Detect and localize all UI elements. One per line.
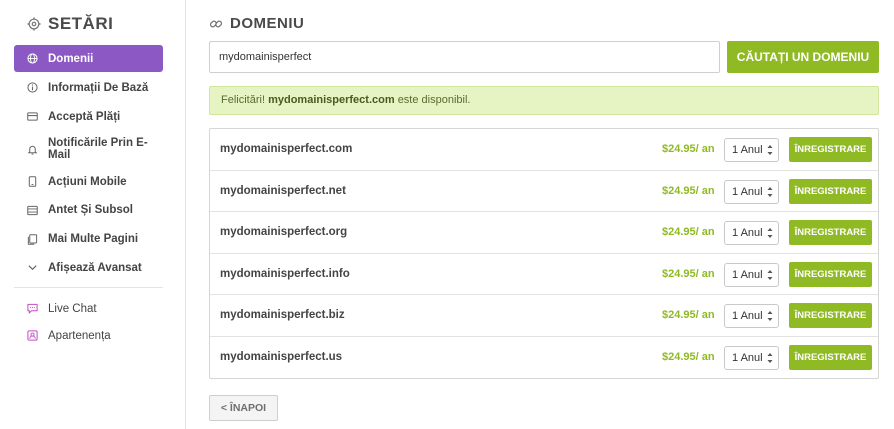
period-select[interactable]: 1 Anul <box>724 304 779 328</box>
period-value: 1 Anul <box>732 185 763 198</box>
list-item: mydomainisperfect.org $24.95/ an 1 Anul … <box>210 212 878 254</box>
sidebar-item-mobile[interactable]: Acțiuni Mobile <box>14 168 163 195</box>
domain-price: $24.95/ an <box>662 350 715 363</box>
sidebar-item-plati[interactable]: Acceptă Plăți <box>14 103 163 130</box>
sidebar-extra-nav: Live Chat Apartenența <box>14 295 163 349</box>
period-value: 1 Anul <box>732 144 763 156</box>
chat-icon <box>27 303 38 314</box>
register-button[interactable]: ÎNREGISTRARE <box>789 178 872 204</box>
sidebar-item-domenii[interactable]: Domenii <box>14 45 163 72</box>
alert-suffix: este disponibil. <box>397 94 471 106</box>
period-select[interactable]: 1 Anul <box>724 138 779 162</box>
sidebar-nav: Domenii Informații De Bază Acceptă Plăți… <box>14 45 163 282</box>
page-title: DOMENIU <box>230 15 305 32</box>
period-select[interactable]: 1 Anul <box>724 221 779 245</box>
select-arrows-icon <box>767 269 773 280</box>
sidebar-item-antet[interactable]: Antet Și Subsol <box>14 195 163 225</box>
info-icon <box>27 82 38 93</box>
select-arrows-icon <box>767 186 773 197</box>
alert-domain: mydomainisperfect.com <box>268 94 395 106</box>
register-button[interactable]: ÎNREGISTRARE <box>789 344 872 370</box>
member-icon <box>27 330 38 341</box>
chevron-down-icon <box>27 262 38 273</box>
settings-title: SETĂRI <box>48 14 114 33</box>
link-icon <box>209 20 223 27</box>
domain-name: mydomainisperfect.info <box>220 267 350 280</box>
period-value: 1 Anul <box>732 227 763 239</box>
app: SETĂRI Domenii Informații De Bază Accept… <box>0 0 894 429</box>
sidebar-divider <box>14 287 163 288</box>
sidebar-item-label: Mai Multe Pagini <box>48 233 139 245</box>
sidebar-item-live-chat[interactable]: Live Chat <box>14 295 163 322</box>
period-select[interactable]: 1 Anul <box>724 179 779 204</box>
domain-header: DOMENIU <box>209 15 304 32</box>
register-button[interactable]: ÎNREGISTRARE <box>789 137 872 162</box>
sidebar-item-informatii[interactable]: Informații De Bază <box>14 72 163 103</box>
list-item: mydomainisperfect.com $24.95/ an 1 Anul … <box>210 129 878 171</box>
alert-prefix: Felicitări! <box>221 94 266 106</box>
bell-icon <box>27 144 38 155</box>
domain-price: $24.95/ an <box>662 143 715 155</box>
sidebar-item-label: Notificările Prin E-Mail <box>48 137 148 161</box>
domain-results-list: mydomainisperfect.com $24.95/ an 1 Anul … <box>209 128 879 379</box>
pages-icon <box>27 233 38 245</box>
card-icon <box>27 111 38 122</box>
select-arrows-icon <box>767 145 773 155</box>
settings-header: SETĂRI <box>27 14 113 34</box>
period-value: 1 Anul <box>732 310 763 322</box>
period-value: 1 Anul <box>732 351 763 364</box>
sidebar-item-apartenenta[interactable]: Apartenența <box>14 322 163 349</box>
availability-alert: Felicitări! mydomainisperfect.com este d… <box>209 86 879 115</box>
domain-price: $24.95/ an <box>662 309 715 321</box>
search-domain-button[interactable]: CĂUTAȚI UN DOMENIU <box>727 41 879 73</box>
select-arrows-icon <box>767 311 773 321</box>
globe-icon <box>27 53 38 64</box>
sidebar-item-pagini[interactable]: Mai Multe Pagini <box>14 225 163 253</box>
domain-name: mydomainisperfect.org <box>220 226 348 238</box>
list-item: mydomainisperfect.info $24.95/ an 1 Anul… <box>210 254 878 295</box>
domain-name: mydomainisperfect.net <box>220 184 346 197</box>
sidebar-item-label: Acceptă Plăți <box>48 110 121 123</box>
sidebar: SETĂRI Domenii Informații De Bază Accept… <box>0 0 186 429</box>
period-value: 1 Anul <box>732 268 763 281</box>
register-button[interactable]: ÎNREGISTRARE <box>789 220 872 245</box>
sidebar-item-label: Domenii <box>48 52 94 65</box>
mobile-icon <box>27 176 38 187</box>
list-item: mydomainisperfect.net $24.95/ an 1 Anul … <box>210 171 878 212</box>
list-item: mydomainisperfect.biz $24.95/ an 1 Anul … <box>210 295 878 337</box>
domain-price: $24.95/ an <box>662 184 715 197</box>
register-button[interactable]: ÎNREGISTRARE <box>789 261 872 287</box>
sidebar-item-notificari[interactable]: Notificările Prin E-Mail <box>14 130 163 168</box>
sidebar-item-label: Apartenența <box>48 329 111 342</box>
domain-price: $24.95/ an <box>662 226 715 238</box>
domain-name: mydomainisperfect.biz <box>220 309 345 321</box>
list-item: mydomainisperfect.us $24.95/ an 1 Anul Î… <box>210 337 878 379</box>
back-button[interactable]: < ÎNAPOI <box>209 395 278 421</box>
register-button[interactable]: ÎNREGISTRARE <box>789 303 872 328</box>
domain-price: $24.95/ an <box>662 267 715 280</box>
sidebar-item-label: Informații De Bază <box>48 81 149 94</box>
layout-icon <box>27 205 38 216</box>
gear-icon <box>27 17 41 31</box>
sidebar-item-label: Acțiuni Mobile <box>48 175 127 188</box>
sidebar-item-label: Antet Și Subsol <box>48 204 133 216</box>
select-arrows-icon <box>767 352 773 363</box>
domain-name: mydomainisperfect.com <box>220 143 353 155</box>
domain-name: mydomainisperfect.us <box>220 350 343 363</box>
sidebar-item-label: Live Chat <box>48 302 97 315</box>
domain-search-input[interactable] <box>209 41 720 73</box>
period-select[interactable]: 1 Anul <box>724 345 779 370</box>
select-arrows-icon <box>767 228 773 238</box>
period-select[interactable]: 1 Anul <box>724 262 779 287</box>
sidebar-item-avansat[interactable]: Afișează Avansat <box>14 253 163 282</box>
sidebar-item-label: Afișează Avansat <box>48 261 142 274</box>
